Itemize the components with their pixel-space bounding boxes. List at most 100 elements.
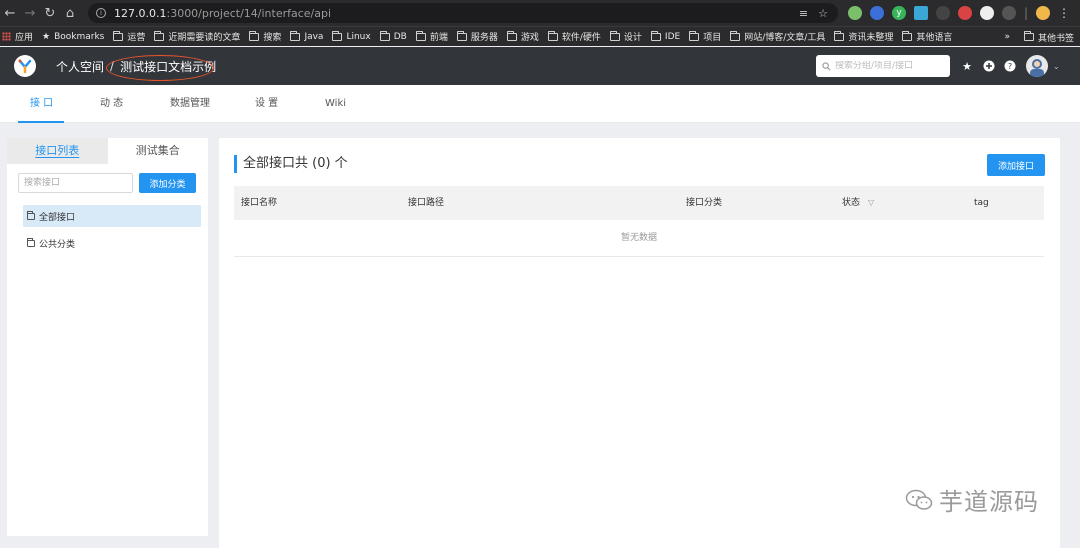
reload-icon[interactable]: ↻ xyxy=(40,0,60,26)
app-logo[interactable] xyxy=(14,55,36,77)
header-search-input[interactable] xyxy=(835,61,945,71)
active-tab-indicator xyxy=(18,121,64,123)
folder-icon xyxy=(456,30,467,41)
tree-item-label: 全部接口 xyxy=(39,212,76,223)
project-tabs: 接 口 动 态 数据管理 设 置 Wiki xyxy=(0,85,1080,123)
other-bookmarks[interactable]: 其他书签 xyxy=(1038,31,1074,44)
bookmark-star-icon[interactable]: ☆ xyxy=(818,7,828,20)
folder-icon xyxy=(730,30,741,41)
bookmark-folder[interactable]: 前端 xyxy=(415,30,448,43)
bookmark-folder[interactable]: 网站/博客/文章/工具 xyxy=(730,30,825,43)
folder-icon xyxy=(154,30,165,41)
tree-item-all-interfaces[interactable]: 全部接口 xyxy=(23,205,201,227)
folder-icon xyxy=(650,30,661,41)
profile-icon[interactable] xyxy=(1036,6,1051,20)
tab-settings[interactable]: 设 置 xyxy=(255,85,278,123)
table-header: 接口名称 接口路径 接口分类 状态 ▽ tag xyxy=(234,186,1044,220)
bookmark-folder[interactable]: 项目 xyxy=(689,30,721,43)
folder-icon xyxy=(689,30,700,41)
extension-icon[interactable] xyxy=(870,6,884,20)
svg-text:?: ? xyxy=(1008,62,1012,71)
back-icon[interactable]: ← xyxy=(0,0,20,26)
extension-icon[interactable] xyxy=(1002,6,1016,20)
interface-search-input[interactable] xyxy=(18,173,133,193)
address-bar[interactable]: i 127.0.0.1:3000/project/14/interface/ap… xyxy=(88,3,838,23)
bookmark-folder[interactable]: 资讯未整理 xyxy=(834,30,893,43)
bookmarks-bar: 应用 ★ Bookmarks 运营 近期需要读的文章 搜索 Java Linux … xyxy=(0,26,1080,46)
page-title: 全部接口共 (0) 个 xyxy=(243,156,348,171)
bookmark-folder[interactable]: 游戏 xyxy=(506,30,539,43)
sidebar-tools: 添加分类 xyxy=(18,173,196,193)
folder-icon xyxy=(27,237,35,247)
filter-icon[interactable]: ▽ xyxy=(868,186,874,220)
extension-icon[interactable] xyxy=(980,6,994,20)
logo-icon xyxy=(18,59,32,74)
folder-icon xyxy=(547,30,558,41)
extension-icon[interactable] xyxy=(848,6,862,20)
folder-icon xyxy=(415,30,426,41)
chevron-down-icon[interactable]: ⌄ xyxy=(1053,62,1060,71)
url-path: :3000/project/14/interface/api xyxy=(166,6,332,20)
folder-icon xyxy=(506,30,517,41)
tree-item-public-category[interactable]: 公共分类 xyxy=(23,232,201,254)
bookmark-folder[interactable]: 搜索 xyxy=(249,30,281,43)
add-category-button[interactable]: 添加分类 xyxy=(139,173,196,193)
extensions: y | ⋮ xyxy=(848,6,1070,20)
help-icon[interactable]: ? xyxy=(1003,59,1017,73)
column-interface-category: 接口分类 xyxy=(686,198,723,208)
wechat-icon xyxy=(905,489,933,510)
add-circle-icon[interactable] xyxy=(982,59,996,73)
extension-icon[interactable] xyxy=(914,6,928,20)
tab-interface[interactable]: 接 口 xyxy=(30,85,53,123)
forward-icon[interactable]: → xyxy=(20,0,40,26)
avatar-icon xyxy=(1030,59,1044,77)
bookmark-folder[interactable]: 其他语言 xyxy=(902,30,952,43)
empty-state: 暂无数据 xyxy=(234,220,1044,257)
bookmark-folder[interactable]: 近期需要读的文章 xyxy=(154,30,240,43)
bookmark-folder[interactable]: 服务器 xyxy=(456,30,498,43)
tab-data-management[interactable]: 数据管理 xyxy=(170,85,210,123)
info-icon[interactable]: i xyxy=(96,8,106,18)
bookmark-folder[interactable]: 软件/硬件 xyxy=(547,30,601,43)
tree-item-label: 公共分类 xyxy=(39,239,76,250)
folder-icon xyxy=(27,210,35,220)
star-icon[interactable]: ★ xyxy=(960,59,974,73)
extension-icon[interactable] xyxy=(958,6,972,20)
bookmark-folder[interactable]: Linux xyxy=(332,30,371,42)
interface-sidebar: 接口列表 测试集合 添加分类 全部接口 公共分类 xyxy=(7,138,208,536)
apps-grid-icon xyxy=(2,32,11,41)
tab-wiki[interactable]: Wiki xyxy=(325,85,346,123)
sidebar-tabs: 接口列表 测试集合 xyxy=(7,138,208,164)
bookmarks-overflow[interactable]: » xyxy=(1004,32,1010,42)
bookmark-folder[interactable]: Java xyxy=(290,30,323,42)
home-icon[interactable]: ⌂ xyxy=(60,0,80,26)
tab-interface-list[interactable]: 接口列表 xyxy=(7,138,108,164)
folder-icon xyxy=(332,30,343,41)
folder-icon xyxy=(609,30,620,41)
column-interface-name: 接口名称 xyxy=(241,198,278,208)
bookmark-folder[interactable]: 设计 xyxy=(609,30,642,43)
breadcrumb-personal-space[interactable]: 个人空间 xyxy=(56,58,104,75)
menu-icon[interactable]: ⋮ xyxy=(1058,6,1070,20)
header-search[interactable] xyxy=(816,55,950,77)
extension-icon[interactable] xyxy=(936,6,950,20)
bookmarks-right: » 其他书签 xyxy=(1004,27,1074,46)
add-interface-button[interactable]: 添加接口 xyxy=(987,154,1045,176)
search-icon xyxy=(822,61,831,70)
app-header: 个人空间 / 测试接口文档示例 ★ ? ⌄ xyxy=(0,47,1080,85)
tab-test-collection[interactable]: 测试集合 xyxy=(107,138,208,164)
bookmark-apps[interactable]: 应用 xyxy=(2,30,33,43)
column-status: 状态 ▽ xyxy=(842,186,874,220)
bookmark-folder[interactable]: DB xyxy=(379,30,407,42)
extension-icon[interactable]: y xyxy=(892,6,906,20)
avatar[interactable] xyxy=(1026,55,1048,77)
tab-activity[interactable]: 动 态 xyxy=(100,85,123,123)
column-status-label: 状态 xyxy=(842,198,861,208)
section-accent-bar xyxy=(234,155,237,173)
folder-icon xyxy=(1023,31,1034,41)
bookmark-bookmarks[interactable]: ★ Bookmarks xyxy=(42,32,104,42)
bookmark-folder[interactable]: 运营 xyxy=(113,30,145,43)
reader-icon[interactable]: ≡ xyxy=(799,7,808,20)
annotation-circle xyxy=(106,55,214,81)
bookmark-folder[interactable]: IDE xyxy=(650,30,680,42)
